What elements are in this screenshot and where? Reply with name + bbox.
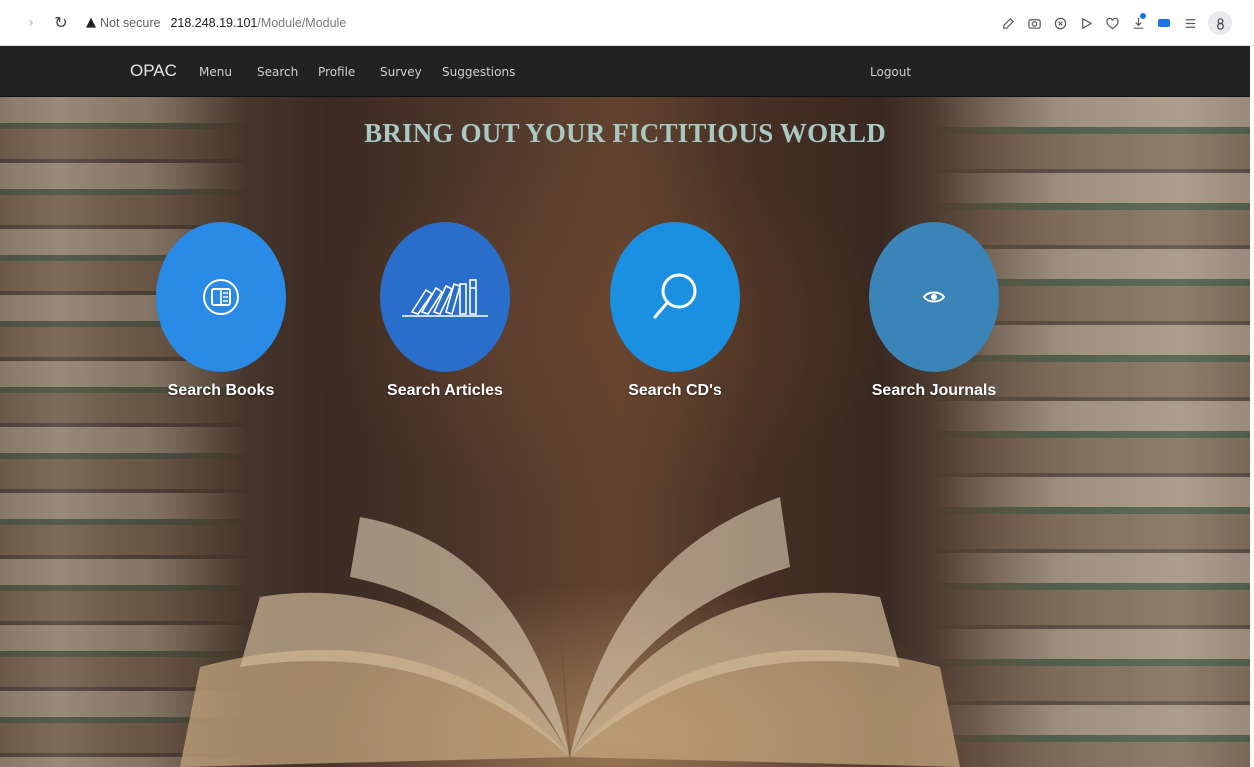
search-books-circle[interactable] (156, 222, 286, 372)
address-bar[interactable]: 218.248.19.101/Module/Module (170, 16, 346, 30)
search-articles-circle[interactable] (380, 222, 510, 372)
forward-icon[interactable]: › (18, 15, 44, 31)
search-journals-tile[interactable]: Search Journals (844, 222, 1024, 400)
page-headline: BRING OUT YOUR FICTITIOUS WORLD (364, 118, 886, 148)
security-status[interactable]: Not secure (100, 16, 160, 30)
nav-survey[interactable]: Survey (380, 65, 442, 79)
search-cds-tile[interactable]: Search CD's (585, 222, 765, 400)
book-icon (203, 279, 239, 315)
nav-menu[interactable]: Menu (199, 65, 257, 79)
page-content: OPAC Menu Search Profile Survey Suggesti… (0, 46, 1250, 767)
play-icon[interactable] (1074, 11, 1098, 35)
shield-icon[interactable] (1048, 11, 1072, 35)
url-host: 218.248.19.101 (170, 15, 258, 30)
download-icon[interactable] (1126, 11, 1150, 35)
brand-link[interactable]: OPAC (130, 61, 177, 81)
search-articles-tile[interactable]: Search Articles (355, 222, 535, 400)
search-journals-circle[interactable] (869, 222, 999, 372)
nav-suggestions[interactable]: Suggestions (442, 65, 515, 79)
top-navbar: OPAC Menu Search Profile Survey Suggesti… (0, 46, 1250, 97)
search-books-label[interactable]: Search Books (131, 382, 311, 400)
edit-icon[interactable] (996, 11, 1020, 35)
heart-icon[interactable] (1100, 11, 1124, 35)
menu-lines-icon[interactable] (1178, 11, 1202, 35)
search-books-tile[interactable]: Search Books (131, 222, 311, 400)
books-shelf-icon (402, 279, 488, 317)
search-journals-label[interactable]: Search Journals (844, 382, 1024, 400)
url-path: /Module/Module (257, 15, 347, 30)
notification-dot (1140, 13, 1146, 19)
nav-links: Menu Search Profile Survey Suggestions (199, 65, 515, 79)
search-articles-label[interactable]: Search Articles (355, 382, 535, 400)
search-icon (653, 273, 697, 319)
extension-icon[interactable] (1152, 11, 1176, 35)
eye-icon (922, 291, 946, 303)
search-cds-label[interactable]: Search CD's (585, 382, 765, 400)
nav-profile[interactable]: Profile (318, 65, 380, 79)
reload-icon[interactable]: ↻ (48, 13, 74, 32)
warning-icon[interactable]: ▲ (86, 15, 96, 30)
profile-icon[interactable] (1208, 11, 1232, 35)
browser-tools (996, 0, 1232, 46)
camera-icon[interactable] (1022, 11, 1046, 35)
search-cds-circle[interactable] (610, 222, 740, 372)
background-overlay (0, 97, 1250, 767)
logout-link[interactable]: Logout (870, 65, 911, 79)
browser-toolbar: › ↻ ▲ Not secure 218.248.19.101/Module/M… (0, 0, 1254, 46)
nav-search[interactable]: Search (257, 65, 318, 79)
